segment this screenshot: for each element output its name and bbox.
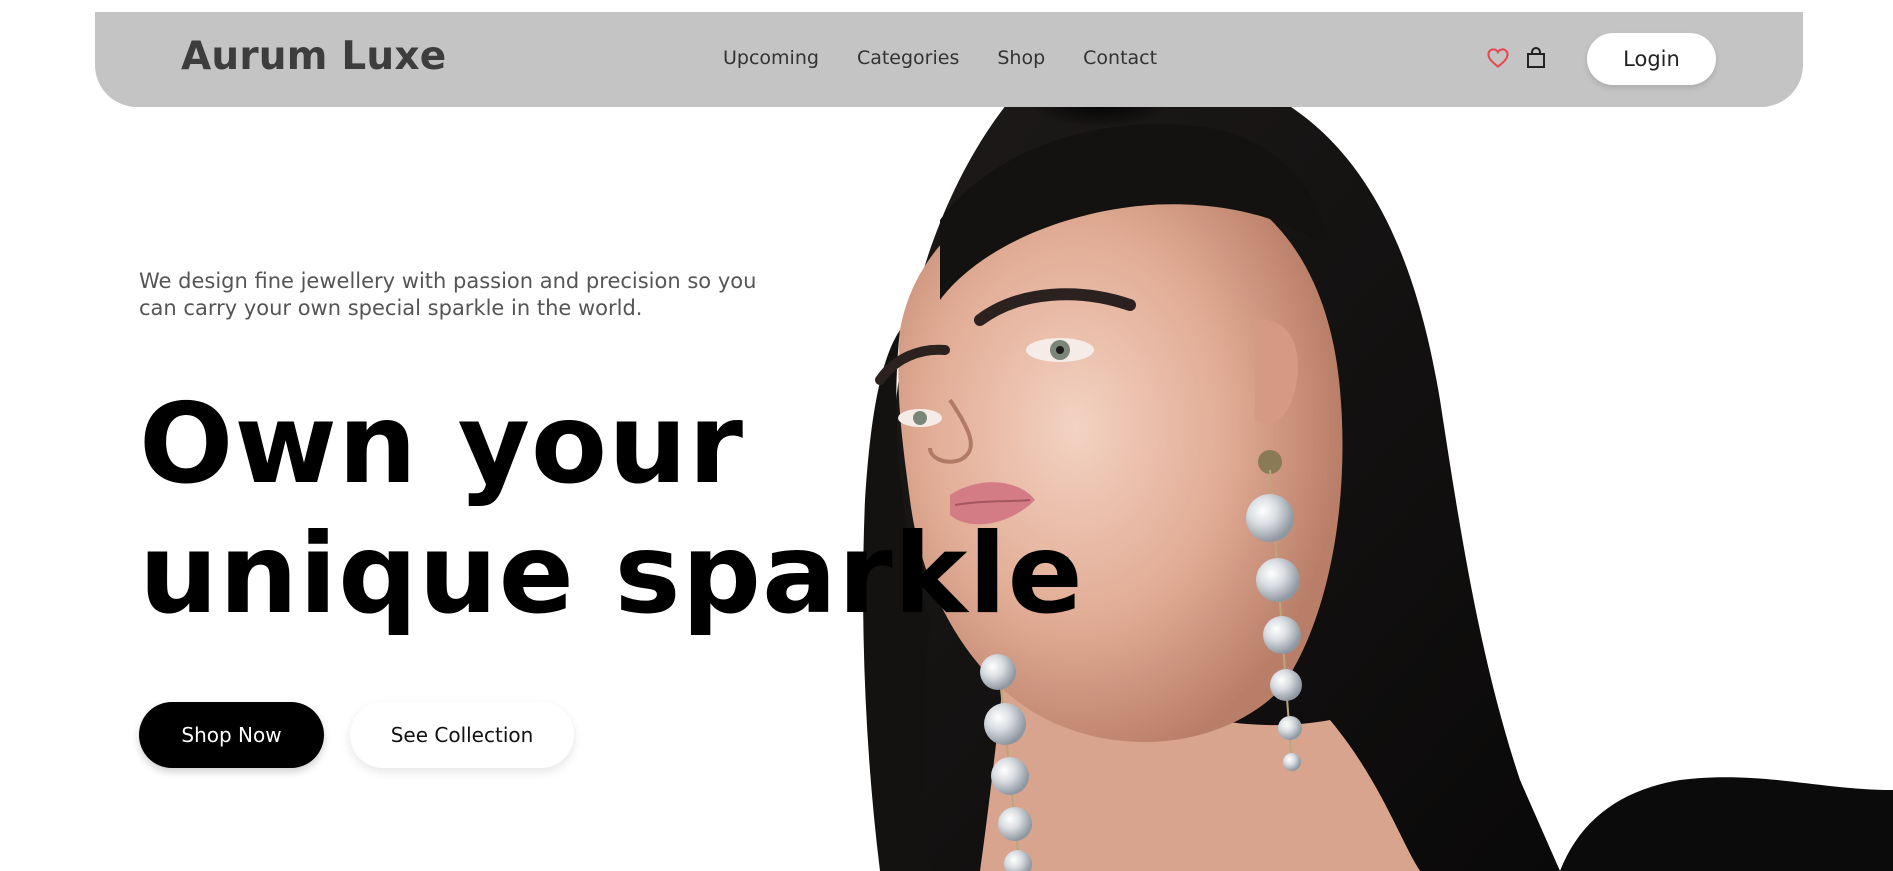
- nav-link-contact[interactable]: Contact: [1083, 47, 1157, 69]
- shopping-bag-icon[interactable]: [1524, 46, 1548, 70]
- nav-link-upcoming[interactable]: Upcoming: [723, 47, 819, 69]
- heart-icon[interactable]: [1486, 46, 1510, 70]
- navbar: Aurum Luxe Upcoming Categories Shop Cont…: [95, 12, 1803, 107]
- nav-icon-group: [1486, 46, 1548, 70]
- main-nav: Upcoming Categories Shop Contact: [723, 47, 1157, 69]
- nav-link-shop[interactable]: Shop: [997, 47, 1045, 69]
- nav-link-categories[interactable]: Categories: [857, 47, 959, 69]
- hero-cta-group: Shop Now See Collection: [139, 702, 574, 768]
- hero-headline: Own your unique sparkle: [139, 380, 1084, 640]
- hero-tagline: We design fine jewellery with passion an…: [139, 269, 757, 320]
- shop-now-button[interactable]: Shop Now: [139, 702, 324, 768]
- see-collection-button[interactable]: See Collection: [350, 702, 574, 768]
- brand-logo[interactable]: Aurum Luxe: [181, 34, 446, 79]
- hero-headline-line-1: Own your: [139, 380, 744, 509]
- login-button[interactable]: Login: [1587, 33, 1716, 85]
- hero-intro: We design fine jewellery with passion an…: [139, 268, 799, 322]
- hero-headline-line-2: unique sparkle: [139, 510, 1084, 639]
